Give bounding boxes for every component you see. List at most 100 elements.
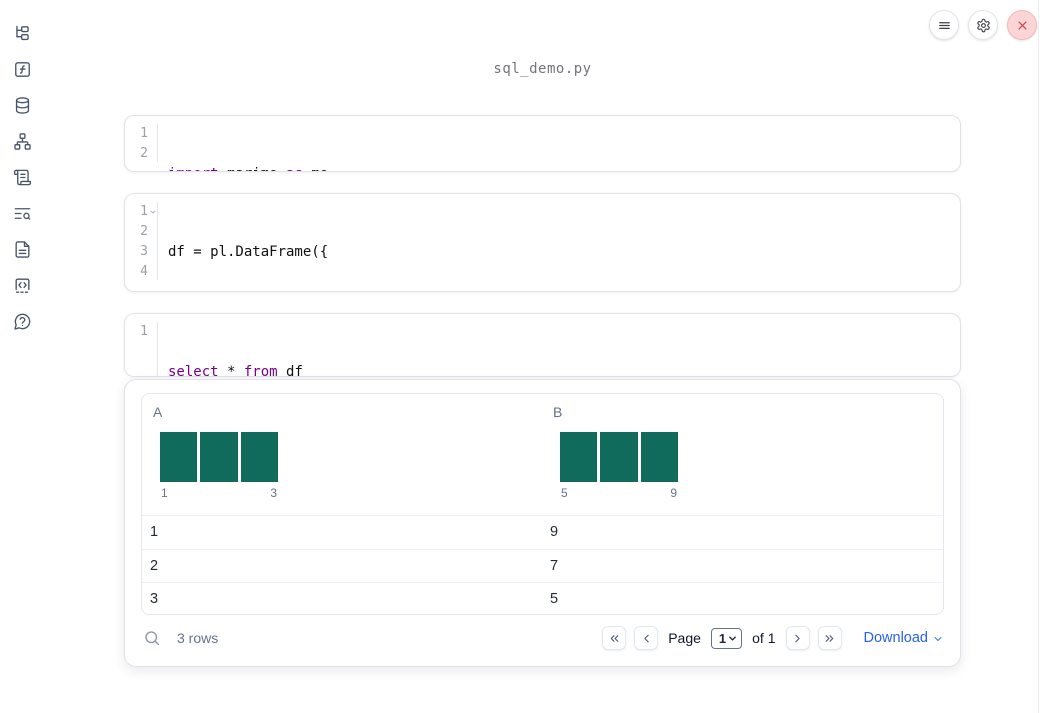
histogram-min-label: 1 — [161, 486, 168, 500]
file-text-icon — [14, 240, 30, 258]
code-cell-dataframe[interactable]: 1 2 3 4 df = pl.DataFrame({ "A": [1, 2, … — [124, 193, 961, 292]
code-line: import marimo as mo — [168, 164, 328, 171]
shutdown-button[interactable] — [1007, 10, 1037, 40]
histogram-axis-labels: 5 9 — [560, 486, 678, 500]
table-row[interactable]: 3 5 — [142, 582, 943, 614]
sidebar-item-help[interactable] — [8, 307, 36, 335]
code-editor[interactable]: select * from df — [158, 322, 303, 377]
line-number: 1 — [140, 324, 148, 339]
column-name-A[interactable]: A — [153, 404, 542, 420]
function-square-icon — [14, 61, 30, 77]
page-select[interactable]: 1 — [710, 627, 743, 649]
fold-chevron-icon[interactable] — [149, 208, 157, 216]
chevrons-right-icon — [825, 634, 834, 642]
code-token: * — [218, 364, 244, 377]
code-token: select — [168, 364, 219, 377]
scroll-text-icon — [13, 169, 31, 185]
sidebar-item-snippets[interactable] — [8, 271, 36, 299]
table-cell: 7 — [550, 557, 559, 574]
code-editor[interactable]: import marimo as mo import polars as pl — [158, 124, 328, 171]
chevrons-left-icon — [610, 634, 619, 642]
code-token: from — [243, 364, 278, 377]
line-number-gutter: 1 — [125, 322, 158, 376]
column-header-A: A 1 3 — [142, 394, 542, 515]
file-tree-icon — [15, 25, 29, 40]
page-select-value: 1 — [718, 630, 727, 646]
last-page-button[interactable] — [817, 626, 842, 650]
download-label: Download — [863, 630, 929, 646]
histogram-max-label: 9 — [670, 486, 677, 500]
code-line: select * from df — [168, 362, 303, 377]
column-A-histogram[interactable]: 1 3 — [160, 432, 278, 500]
sidebar-item-dependency-graph[interactable] — [8, 127, 36, 155]
code-token: df = pl.DataFrame({ — [168, 244, 329, 260]
histogram-bar — [560, 432, 598, 482]
hamburger-menu-icon — [938, 21, 950, 29]
column-name-B[interactable]: B — [553, 404, 943, 420]
search-icon[interactable] — [143, 629, 161, 647]
notebook-filename[interactable]: sql_demo.py — [124, 61, 961, 77]
line-number: 1 — [140, 126, 148, 141]
table-footer: 3 rows Page 1 of 1 Download — [141, 618, 944, 658]
row-count-label: 3 rows — [177, 630, 219, 646]
database-icon — [15, 96, 29, 114]
data-table: A 1 3 B 5 9 1 9 2 7 3 5 — [141, 393, 944, 615]
download-button[interactable]: Download — [864, 630, 945, 646]
sidebar-item-variables[interactable] — [8, 55, 36, 83]
column-B-histogram[interactable]: 5 9 — [560, 432, 678, 500]
table-row[interactable]: 2 7 — [142, 548, 943, 583]
histogram-bars — [560, 432, 678, 482]
code-editor[interactable]: df = pl.DataFrame({ "A": [1, 2, 3], "B":… — [158, 202, 328, 280]
close-icon — [1017, 20, 1027, 30]
line-number-gutter: 1 2 — [125, 124, 158, 162]
table-cell: 3 — [150, 591, 159, 608]
page-of-label: of 1 — [752, 630, 776, 646]
notebook-actions — [929, 10, 1037, 40]
table-cell: 5 — [550, 591, 559, 608]
code-token: import — [168, 166, 219, 171]
histogram-bar — [640, 432, 678, 482]
table-cell: 2 — [150, 557, 159, 574]
first-page-button[interactable] — [602, 626, 627, 650]
message-question-icon — [13, 313, 30, 330]
pagination-controls: Page 1 of 1 Download — [602, 626, 944, 650]
sidebar-item-data-sources[interactable] — [8, 91, 36, 119]
line-number: 3 — [140, 244, 148, 259]
scrollbar-gutter — [1038, 0, 1039, 713]
table-row[interactable]: 1 9 — [142, 515, 943, 549]
histogram-bar — [200, 432, 238, 482]
code-square-dashed-icon — [14, 277, 30, 293]
code-line: df = pl.DataFrame({ — [168, 242, 328, 262]
network-icon — [13, 132, 31, 150]
line-number: 1 — [125, 202, 156, 222]
settings-button[interactable] — [968, 10, 998, 40]
next-page-button[interactable] — [785, 626, 810, 650]
histogram-max-label: 3 — [270, 486, 277, 500]
chevron-left-icon — [643, 634, 649, 642]
line-number: 4 — [140, 264, 148, 279]
sidebar-item-documentation[interactable] — [8, 235, 36, 263]
code-token: as — [286, 166, 303, 171]
text-search-icon — [14, 207, 30, 220]
histogram-axis-labels: 1 3 — [160, 486, 278, 500]
sidebar-item-logs[interactable] — [8, 199, 36, 227]
gear-icon — [976, 18, 990, 32]
chevron-down-icon — [729, 635, 737, 641]
table-cell: 9 — [550, 524, 559, 541]
sidebar-item-outline[interactable] — [8, 163, 36, 191]
column-header-B: B 5 9 — [542, 394, 943, 515]
table-cell: 1 — [150, 524, 159, 541]
histogram-bar — [240, 432, 278, 482]
line-number: 2 — [140, 146, 148, 161]
histogram-bar — [160, 432, 198, 482]
sidebar-item-file-explorer[interactable] — [8, 19, 36, 47]
code-cell-imports[interactable]: 1 2 import marimo as mo import polars as… — [124, 115, 961, 172]
sidebar-panel-toolbar — [0, 0, 44, 713]
notebook-menu-button[interactable] — [929, 10, 959, 40]
table-output-panel: A 1 3 B 5 9 1 9 2 7 3 5 3 rows Page 1 of… — [124, 379, 961, 667]
previous-page-button[interactable] — [634, 626, 659, 650]
table-header-row: A 1 3 B 5 9 — [142, 394, 943, 515]
code-token: mo — [303, 166, 328, 171]
sql-cell[interactable]: 1 select * from df Output variable: sql — [124, 313, 961, 377]
histogram-bar — [600, 432, 638, 482]
